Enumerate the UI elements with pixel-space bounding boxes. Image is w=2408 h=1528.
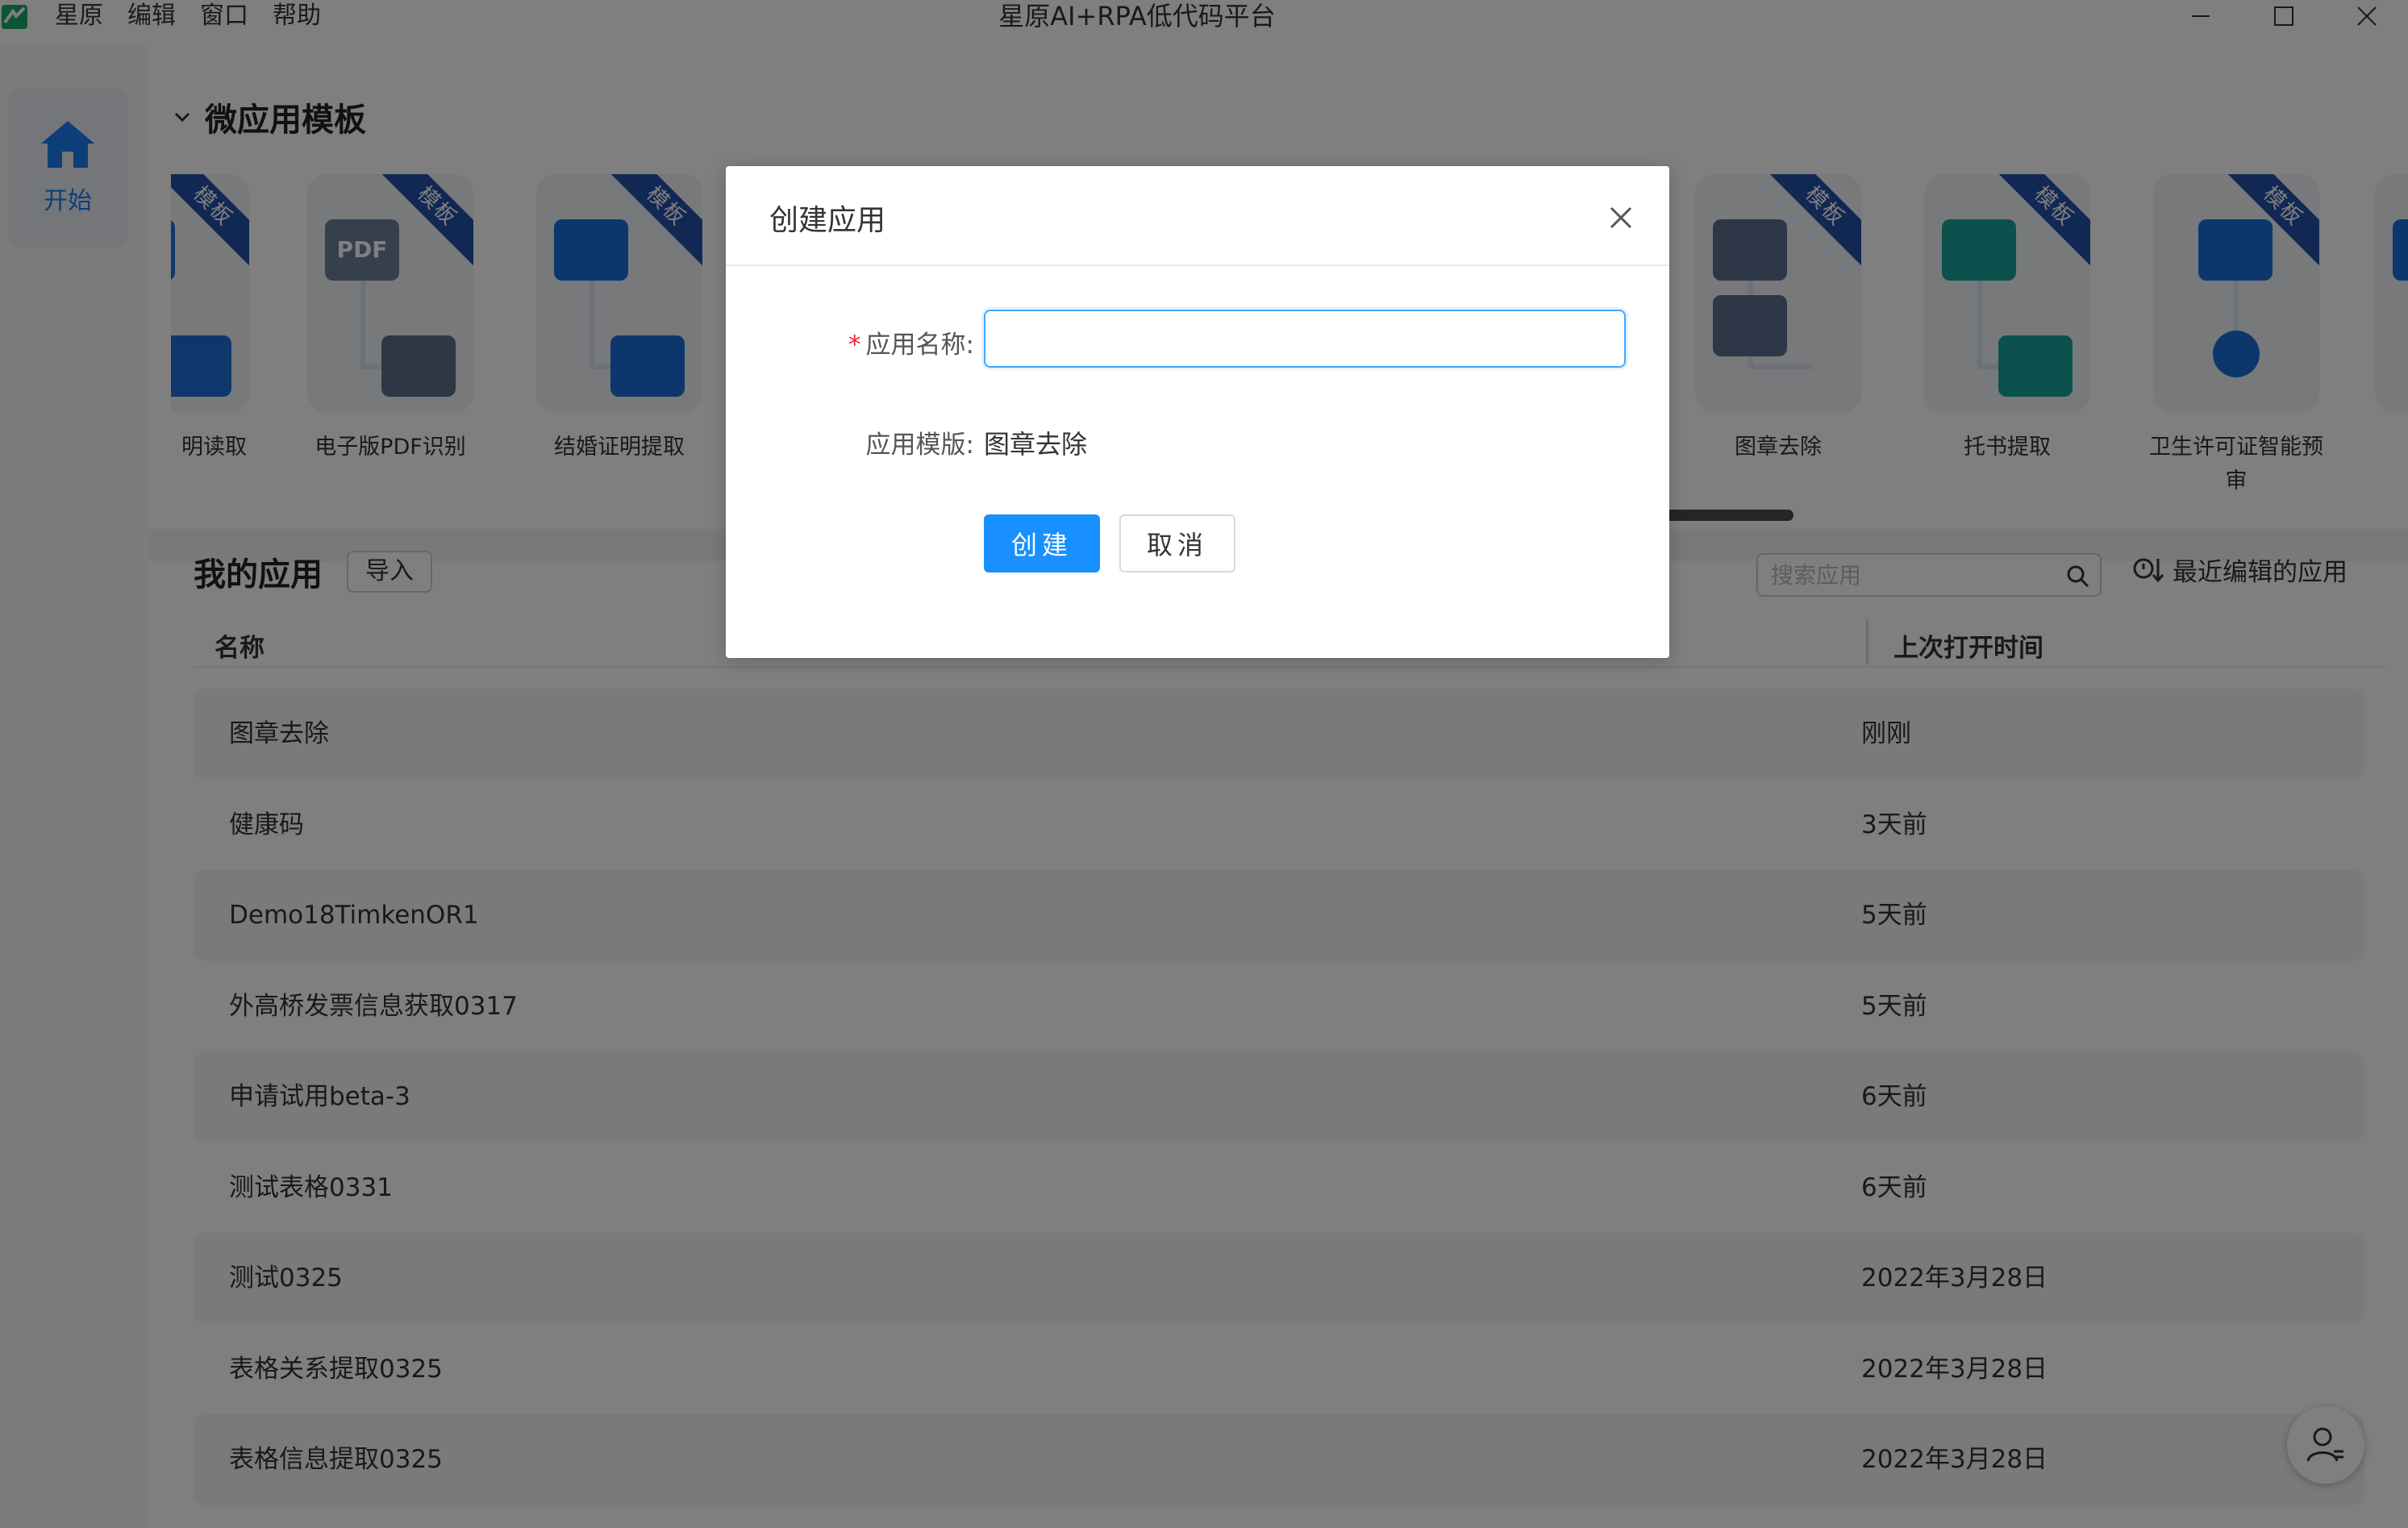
required-marker: * [848, 331, 861, 360]
app-window: 星原 编辑 窗口 帮助 星原AI+RPA低代码平台 开始 [0, 0, 2408, 1528]
create-button[interactable]: 创建 [984, 514, 1100, 572]
close-icon[interactable] [1605, 202, 1637, 234]
template-label: 应用模版: [865, 431, 974, 460]
app-name-label-text: 应用名称: [865, 331, 974, 360]
create-app-dialog: 创建应用 * 应用名称: 应用模版: 图章去除 创建 取消 [726, 166, 1669, 658]
template-value: 图章去除 [984, 429, 1088, 460]
dialog-header: 创建应用 [726, 166, 1669, 266]
app-name-input[interactable] [985, 311, 1624, 366]
app-name-field [984, 310, 1626, 368]
dialog-title: 创建应用 [769, 204, 886, 237]
app-name-label: * 应用名称: [848, 324, 974, 360]
cancel-button[interactable]: 取消 [1119, 514, 1235, 572]
